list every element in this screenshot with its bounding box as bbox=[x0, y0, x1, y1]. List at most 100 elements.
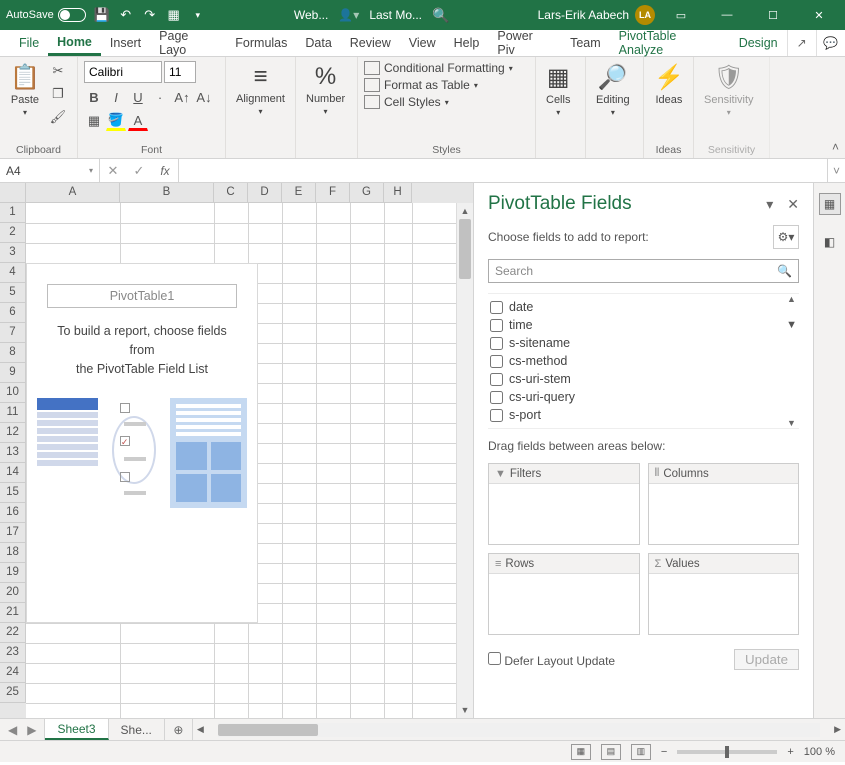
row-header-5[interactable]: 5 bbox=[0, 283, 26, 303]
field-s-port[interactable]: s-port bbox=[488, 406, 799, 424]
zoom-in-icon[interactable]: + bbox=[787, 746, 793, 758]
pivottable-placeholder[interactable]: PivotTable1 To build a report, choose fi… bbox=[26, 263, 258, 623]
qat-more-icon[interactable]: ▦ bbox=[166, 7, 182, 23]
update-button[interactable]: Update bbox=[734, 649, 799, 670]
row-header-22[interactable]: 22 bbox=[0, 623, 26, 643]
autosave-toggle[interactable]: AutoSave bbox=[6, 8, 86, 22]
rail-format-icon[interactable]: ◧ bbox=[819, 231, 841, 253]
field-s-sitename[interactable]: s-sitename bbox=[488, 334, 799, 352]
tab-help[interactable]: Help bbox=[445, 30, 489, 56]
underline-icon[interactable]: U bbox=[128, 87, 148, 107]
zoom-level[interactable]: 100 % bbox=[804, 746, 835, 758]
editing-button[interactable]: 🔎Editing▾ bbox=[592, 61, 634, 119]
field-checkbox[interactable] bbox=[490, 319, 503, 332]
sheet-nav-prev-icon[interactable]: ◀ bbox=[8, 723, 17, 737]
save-icon[interactable]: 💾 bbox=[94, 7, 110, 23]
tab-power-pivot[interactable]: Power Piv bbox=[488, 30, 561, 56]
row-header-24[interactable]: 24 bbox=[0, 663, 26, 683]
worksheet-grid[interactable]: ABCDEFGH 1234567891011121314151617181920… bbox=[0, 183, 473, 718]
field-checkbox[interactable] bbox=[490, 391, 503, 404]
row-header-4[interactable]: 4 bbox=[0, 263, 26, 283]
field-search-input[interactable]: Search 🔍 bbox=[488, 259, 799, 283]
share-icon[interactable]: ↗ bbox=[787, 30, 816, 56]
collapse-ribbon-icon[interactable]: ˄ bbox=[832, 140, 839, 154]
row-header-8[interactable]: 8 bbox=[0, 343, 26, 363]
field-scroll-down-icon[interactable]: ▼ bbox=[787, 418, 799, 428]
row-header-21[interactable]: 21 bbox=[0, 603, 26, 623]
name-box[interactable]: A4▾ bbox=[0, 159, 100, 182]
avatar[interactable]: LA bbox=[635, 5, 655, 25]
select-all-corner[interactable] bbox=[0, 183, 26, 203]
col-header-E[interactable]: E bbox=[282, 183, 316, 203]
field-checkbox[interactable] bbox=[490, 337, 503, 350]
area-columns[interactable]: ⦀Columns bbox=[648, 463, 800, 545]
defer-layout-checkbox[interactable]: Defer Layout Update bbox=[488, 652, 615, 668]
expand-formula-bar-icon[interactable]: ˅ bbox=[827, 159, 845, 182]
tab-view[interactable]: View bbox=[400, 30, 445, 56]
tab-formulas[interactable]: Formulas bbox=[226, 30, 296, 56]
format-painter-icon[interactable]: 🖌 bbox=[48, 107, 68, 127]
sheet-tab-sheet3[interactable]: Sheet3 bbox=[45, 719, 108, 740]
tab-file[interactable]: File bbox=[10, 30, 48, 56]
alignment-button[interactable]: ≡ Alignment ▾ bbox=[232, 61, 289, 118]
fill-color-icon[interactable]: 🪣 bbox=[106, 111, 126, 131]
field-time[interactable]: time▼ bbox=[488, 316, 799, 334]
row-header-20[interactable]: 20 bbox=[0, 583, 26, 603]
cancel-formula-icon[interactable]: ✕ bbox=[100, 163, 126, 179]
format-as-table-button[interactable]: Format as Table ▾ bbox=[364, 78, 513, 92]
hscroll-right-icon[interactable]: ▶ bbox=[834, 724, 841, 735]
row-header-6[interactable]: 6 bbox=[0, 303, 26, 323]
field-checkbox[interactable] bbox=[490, 301, 503, 314]
borders-icon[interactable]: ▦ bbox=[84, 111, 104, 131]
new-sheet-icon[interactable]: ⊕ bbox=[165, 719, 193, 740]
tab-data[interactable]: Data bbox=[296, 30, 340, 56]
sheet-nav-next-icon[interactable]: ▶ bbox=[27, 723, 36, 737]
field-checkbox[interactable] bbox=[490, 355, 503, 368]
col-header-C[interactable]: C bbox=[214, 183, 248, 203]
normal-view-icon[interactable]: ▦ bbox=[571, 744, 591, 760]
tab-pivottable-analyze[interactable]: PivotTable Analyze bbox=[610, 30, 730, 56]
sheet-tab-2[interactable]: She... bbox=[109, 719, 165, 740]
scroll-down-icon[interactable]: ▼ bbox=[457, 702, 473, 718]
field-cs-uri-stem[interactable]: cs-uri-stem bbox=[488, 370, 799, 388]
row-header-7[interactable]: 7 bbox=[0, 323, 26, 343]
page-layout-view-icon[interactable]: ▤ bbox=[601, 744, 621, 760]
minimize-icon[interactable]: — bbox=[707, 1, 747, 29]
comments-icon[interactable]: 💬 bbox=[816, 30, 845, 56]
tab-review[interactable]: Review bbox=[341, 30, 400, 56]
number-button[interactable]: % Number ▾ bbox=[302, 61, 349, 118]
row-header-11[interactable]: 11 bbox=[0, 403, 26, 423]
area-filters[interactable]: ▼Filters bbox=[488, 463, 640, 545]
field-cs-uri-query[interactable]: cs-uri-query bbox=[488, 388, 799, 406]
row-header-14[interactable]: 14 bbox=[0, 463, 26, 483]
search-icon[interactable]: 🔍 bbox=[432, 7, 449, 24]
pane-close-icon[interactable]: ✕ bbox=[787, 196, 799, 213]
row-header-12[interactable]: 12 bbox=[0, 423, 26, 443]
row-header-2[interactable]: 2 bbox=[0, 223, 26, 243]
tab-insert[interactable]: Insert bbox=[101, 30, 150, 56]
close-icon[interactable]: ✕ bbox=[799, 1, 839, 29]
row-header-25[interactable]: 25 bbox=[0, 683, 26, 703]
tab-home[interactable]: Home bbox=[48, 30, 101, 56]
field-checkbox[interactable] bbox=[490, 373, 503, 386]
italic-icon[interactable]: I bbox=[106, 87, 126, 107]
field-date[interactable]: date bbox=[488, 298, 799, 316]
row-header-3[interactable]: 3 bbox=[0, 243, 26, 263]
cut-icon[interactable]: ✂ bbox=[48, 61, 68, 81]
scroll-thumb[interactable] bbox=[459, 219, 471, 279]
area-values[interactable]: ΣValues bbox=[648, 553, 800, 635]
tab-page-layout[interactable]: Page Layo bbox=[150, 30, 226, 56]
field-checkbox[interactable] bbox=[490, 409, 503, 422]
undo-icon[interactable]: ↶ bbox=[118, 7, 134, 23]
formula-input[interactable] bbox=[179, 159, 827, 182]
hscroll-left-icon[interactable]: ◀ bbox=[197, 724, 204, 735]
conditional-formatting-button[interactable]: Conditional Formatting ▾ bbox=[364, 61, 513, 75]
row-header-9[interactable]: 9 bbox=[0, 363, 26, 383]
pane-options-icon[interactable]: ▾ bbox=[766, 196, 773, 213]
paste-button[interactable]: 📋 Paste ▾ bbox=[6, 61, 44, 119]
cell-styles-button[interactable]: Cell Styles ▾ bbox=[364, 95, 513, 109]
ribbon-display-options-icon[interactable]: ▭ bbox=[661, 1, 701, 29]
field-scroll-up-icon[interactable]: ▲ bbox=[787, 294, 799, 304]
cells-button[interactable]: ▦Cells▾ bbox=[542, 61, 574, 119]
font-color-icon[interactable]: A bbox=[128, 111, 148, 131]
